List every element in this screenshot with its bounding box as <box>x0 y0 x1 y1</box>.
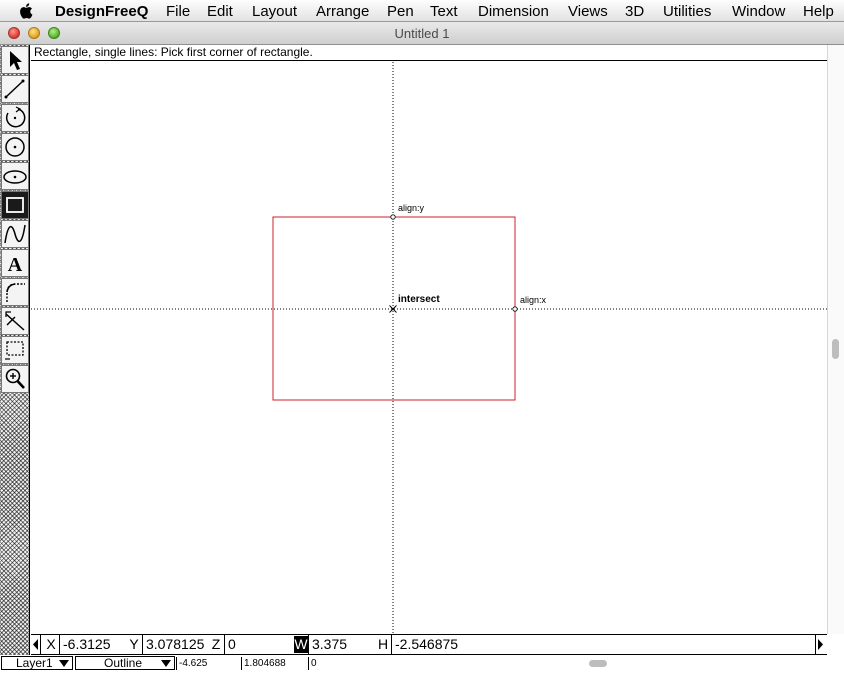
z-coordinate-field[interactable]: 0 <box>224 635 293 654</box>
vertical-scroll-thumb[interactable] <box>832 339 839 359</box>
align-x-label: align:x <box>520 295 547 305</box>
h-label: H <box>377 636 389 652</box>
drawing-area[interactable] <box>31 45 827 634</box>
circle-tool-button[interactable] <box>1 133 29 161</box>
rectangle-tool-icon <box>6 197 24 213</box>
svg-text:A: A <box>8 254 23 276</box>
line-tool-icon <box>4 79 25 99</box>
menu-app-name[interactable]: DesignFreeQ <box>55 3 148 20</box>
arc-tool-button[interactable] <box>1 104 29 132</box>
y-coordinate-field[interactable]: 3.078125 <box>142 635 208 654</box>
arrow-tool-icon <box>10 51 22 70</box>
view-mode-label: Outline <box>104 656 143 670</box>
ellipse-tool-button[interactable] <box>1 162 29 190</box>
status-field-2: 1.804688 <box>241 657 286 670</box>
height-field[interactable]: -2.546875 <box>391 635 459 654</box>
menu-dimension[interactable]: Dimension <box>478 3 549 20</box>
arrow-tool-button[interactable] <box>1 46 29 74</box>
marquee-tool-button[interactable] <box>1 336 29 364</box>
menu-utilities[interactable]: Utilities <box>663 3 711 20</box>
menu-3d[interactable]: 3D <box>625 3 644 20</box>
coord-scroll-right-icon[interactable] <box>815 635 825 654</box>
apple-menu-icon[interactable] <box>18 2 36 20</box>
tool-palette: A <box>0 45 30 657</box>
ellipse-tool-icon <box>3 170 27 184</box>
chevron-down-icon <box>161 660 171 667</box>
status-field-3: 0 <box>308 657 317 670</box>
curve-tool-icon <box>4 224 26 244</box>
trim-tool-icon <box>5 311 25 331</box>
zoom-tool-button[interactable] <box>1 365 29 393</box>
window-title: Untitled 1 <box>394 26 450 41</box>
coord-scroll-left-icon[interactable] <box>31 635 41 654</box>
minimize-window-button[interactable] <box>28 27 40 39</box>
menu-pen[interactable]: Pen <box>387 3 414 20</box>
status-field-1: -4.625 <box>176 657 207 670</box>
trim-tool-button[interactable] <box>1 307 29 335</box>
vertical-scrollbar[interactable] <box>827 45 844 634</box>
z-label: Z <box>211 636 221 652</box>
snap-point-align-x <box>512 306 518 312</box>
x-label: X <box>46 636 56 652</box>
menu-arrange[interactable]: Arrange <box>316 3 369 20</box>
curve-tool-button[interactable] <box>1 220 29 248</box>
coordinate-bar: X -6.3125 Y 3.078125 Z 0 W 3.375 H -2.54… <box>31 634 827 655</box>
width-field[interactable]: 3.375 <box>308 635 375 654</box>
menu-window[interactable]: Window <box>732 3 785 20</box>
menu-file[interactable]: File <box>166 3 190 20</box>
line-tool-button[interactable] <box>1 75 29 103</box>
window-title-bar[interactable]: Untitled 1 <box>0 22 844 45</box>
horizontal-scroll-thumb[interactable] <box>589 660 607 667</box>
menu-edit[interactable]: Edit <box>207 3 233 20</box>
menu-text[interactable]: Text <box>430 3 458 20</box>
rectangle-tool-button[interactable] <box>1 191 29 219</box>
align-y-label: align:y <box>398 203 425 213</box>
text-tool-button[interactable]: A <box>1 249 29 277</box>
arc-tool-icon <box>5 106 26 128</box>
zoom-window-button[interactable] <box>48 27 60 39</box>
status-bar: Layer1 Outline -4.625 1.804688 0 <box>0 655 844 673</box>
x-coordinate-field[interactable]: -6.3125 <box>59 635 129 654</box>
text-tool-icon: A <box>8 254 23 276</box>
layer-dropdown-label: Layer1 <box>16 656 53 670</box>
fillet-tool-button[interactable] <box>1 278 29 306</box>
w-label: W <box>294 636 308 653</box>
menu-help[interactable]: Help <box>803 3 834 20</box>
drawing-canvas[interactable]: Rectangle, single lines: Pick first corn… <box>31 45 827 634</box>
fillet-tool-icon <box>6 283 25 302</box>
circle-tool-icon <box>5 137 25 157</box>
view-mode-dropdown[interactable]: Outline <box>75 656 175 670</box>
snap-point-align-y <box>390 214 396 220</box>
close-window-button[interactable] <box>8 27 20 39</box>
marquee-tool-icon <box>5 341 24 360</box>
zoom-tool-icon <box>5 368 25 389</box>
menu-bar: DesignFreeQ File Edit Layout Arrange Pen… <box>0 0 844 22</box>
menu-layout[interactable]: Layout <box>252 3 297 20</box>
intersect-label: intersect <box>398 294 440 305</box>
layer-dropdown[interactable]: Layer1 <box>1 656 73 670</box>
chevron-down-icon <box>59 660 69 667</box>
y-label: Y <box>129 636 139 652</box>
menu-views[interactable]: Views <box>568 3 608 20</box>
